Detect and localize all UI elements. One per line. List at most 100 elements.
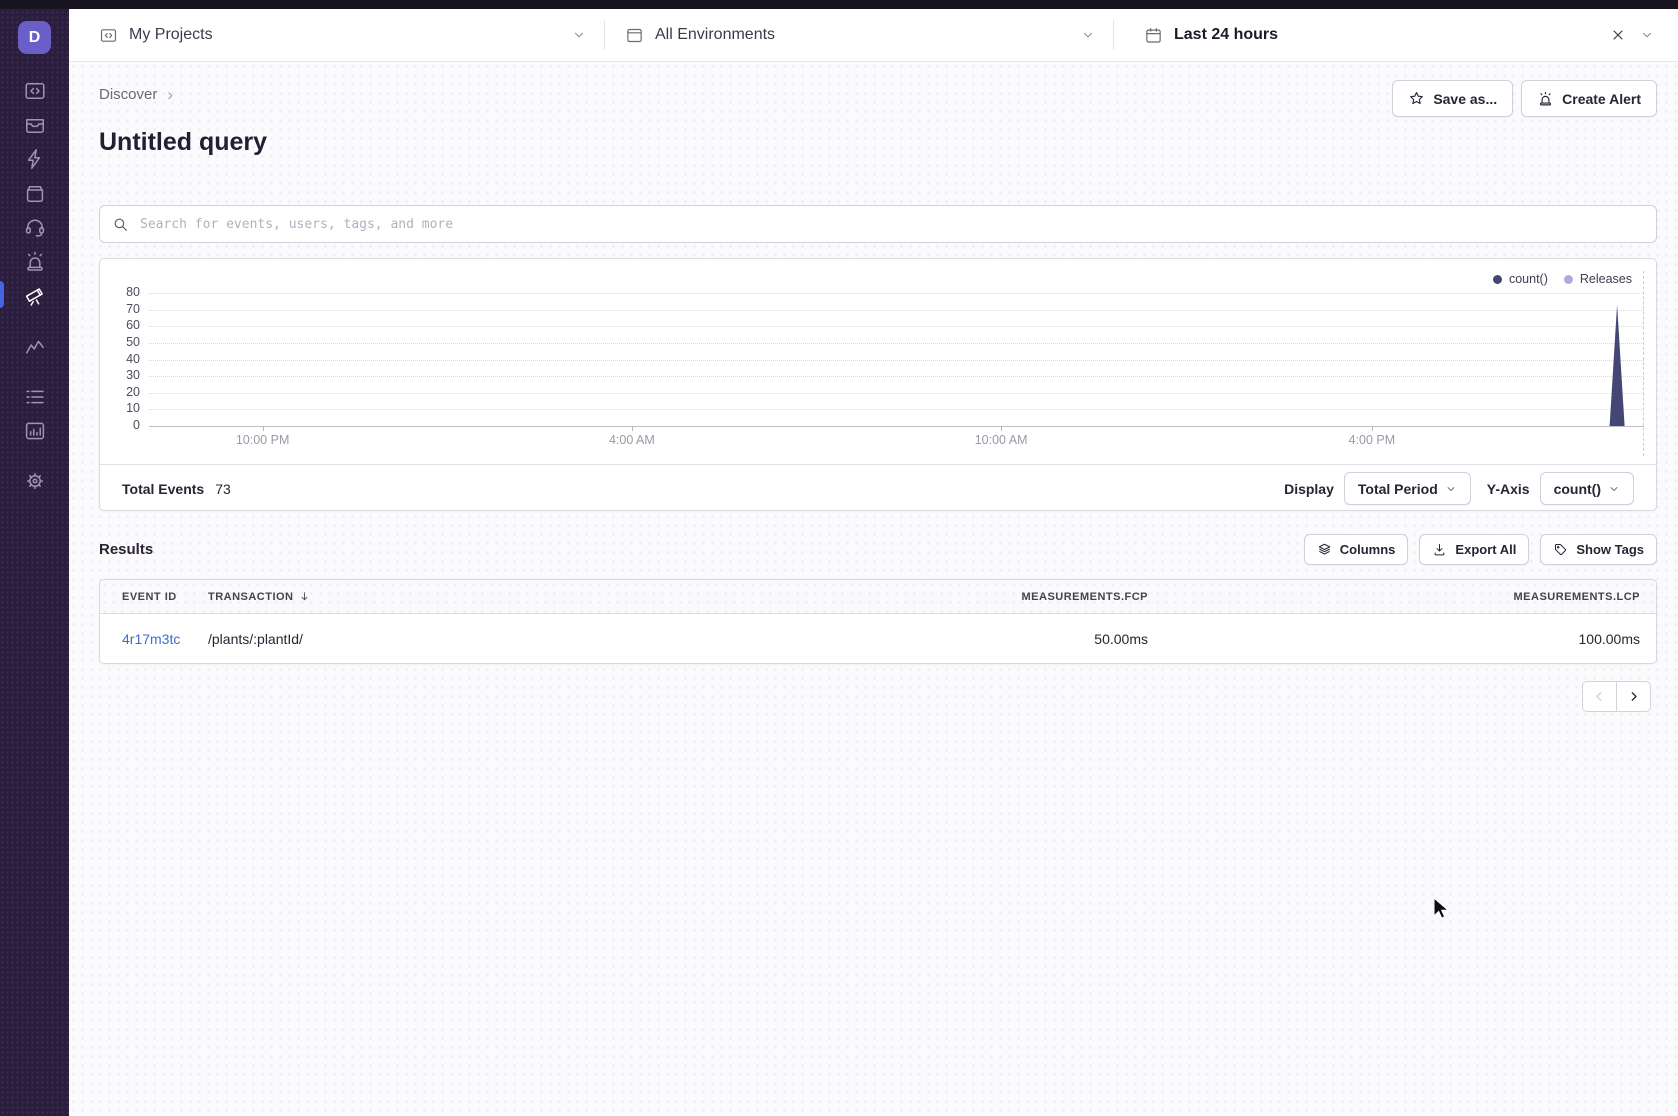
table-row: 4r17m3tc /plants/:plantId/ 50.00ms 100.0… bbox=[100, 614, 1656, 663]
x-axis-tick-label: 10:00 AM bbox=[975, 433, 1028, 447]
headset-icon bbox=[23, 215, 47, 239]
x-axis-tick-label: 4:00 PM bbox=[1349, 433, 1396, 447]
page-title: Untitled query bbox=[99, 128, 267, 157]
date-range-selector[interactable]: Last 24 hours bbox=[1114, 26, 1610, 45]
projects-icon bbox=[23, 79, 47, 103]
search-bar bbox=[99, 205, 1657, 243]
main-content: Discover › Untitled query Save as... Cre… bbox=[69, 62, 1678, 1116]
sidebar-item-discover[interactable] bbox=[18, 278, 51, 311]
chevron-down-icon bbox=[1608, 483, 1620, 495]
search-input[interactable] bbox=[138, 216, 1644, 233]
sidebar-item-issues[interactable] bbox=[18, 108, 51, 141]
event-id-link[interactable]: 4r17m3tc bbox=[122, 631, 180, 647]
siren-icon bbox=[23, 249, 47, 273]
display-label: Display bbox=[1284, 481, 1334, 497]
sidebar-item-releases[interactable] bbox=[18, 176, 51, 209]
create-alert-label: Create Alert bbox=[1562, 91, 1641, 107]
chevron-down-icon[interactable] bbox=[1640, 28, 1654, 42]
breadcrumb-discover-link[interactable]: Discover bbox=[99, 86, 157, 103]
measurements-fcp-cell: 50.00ms bbox=[638, 631, 1148, 647]
tag-icon bbox=[1553, 542, 1568, 557]
export-all-label: Export All bbox=[1455, 542, 1516, 557]
create-alert-button[interactable]: Create Alert bbox=[1521, 80, 1657, 117]
line-chart-icon bbox=[23, 335, 47, 359]
chevron-down-icon bbox=[1081, 28, 1095, 42]
legend-label: count() bbox=[1509, 272, 1548, 286]
sidebar-item-dashboards[interactable] bbox=[18, 414, 51, 447]
chart-plot bbox=[149, 293, 1644, 427]
sidebar-item-alerts[interactable] bbox=[18, 244, 51, 277]
window-top-strip bbox=[0, 0, 1678, 9]
display-dropdown[interactable]: Total Period bbox=[1344, 472, 1471, 505]
column-header-event-id[interactable]: EVENT ID bbox=[100, 591, 208, 603]
transaction-cell: /plants/:plantId/ bbox=[208, 631, 638, 647]
chart-footer: Total Events 73 Display Total Period Y-A… bbox=[100, 464, 1656, 512]
breadcrumb: Discover › bbox=[99, 86, 173, 103]
x-axis-tick-mark bbox=[1372, 426, 1373, 431]
previous-page-button[interactable] bbox=[1582, 681, 1617, 712]
sidebar-item-settings[interactable] bbox=[18, 464, 51, 497]
telescope-icon bbox=[23, 283, 47, 307]
sidebar-item-activity[interactable] bbox=[18, 380, 51, 413]
total-events-label: Total Events bbox=[122, 481, 204, 497]
y-axis-tick-label: 60 bbox=[100, 318, 140, 332]
columns-label: Columns bbox=[1340, 542, 1396, 557]
total-events-value: 73 bbox=[215, 481, 231, 497]
project-selector-label: My Projects bbox=[129, 26, 213, 44]
column-header-measurements-fcp[interactable]: MEASUREMENTS.FCP bbox=[638, 591, 1148, 603]
show-tags-button[interactable]: Show Tags bbox=[1540, 534, 1657, 565]
count-series bbox=[149, 293, 1644, 426]
window-icon bbox=[625, 26, 644, 45]
legend-dot-icon bbox=[1493, 275, 1502, 284]
save-as-button[interactable]: Save as... bbox=[1392, 80, 1513, 117]
legend-label: Releases bbox=[1580, 272, 1632, 286]
chart-legend: count() Releases bbox=[1493, 272, 1632, 286]
y-axis-label: Y-Axis bbox=[1487, 481, 1530, 497]
layers-icon bbox=[1317, 542, 1332, 557]
topbar: My Projects All Environments Last 24 hou… bbox=[69, 9, 1678, 62]
sidebar-item-metrics[interactable] bbox=[18, 330, 51, 363]
legend-item-count[interactable]: count() bbox=[1493, 272, 1548, 286]
x-axis-tick-label: 10:00 PM bbox=[236, 433, 290, 447]
column-header-measurements-lcp[interactable]: MEASUREMENTS.LCP bbox=[1148, 591, 1656, 603]
measurements-lcp-cell: 100.00ms bbox=[1148, 631, 1656, 647]
clear-date-button[interactable] bbox=[1610, 27, 1626, 43]
results-table-header: EVENT ID TRANSACTION MEASUREMENTS.FCP ME… bbox=[100, 580, 1656, 614]
sidebar-item-projects[interactable] bbox=[18, 74, 51, 107]
date-range-label: Last 24 hours bbox=[1174, 26, 1278, 44]
siren-icon bbox=[1537, 90, 1554, 107]
bar-chart-window-icon bbox=[23, 419, 47, 443]
y-axis-tick-label: 70 bbox=[100, 302, 140, 316]
sort-desc-icon bbox=[298, 590, 311, 603]
org-avatar[interactable]: D bbox=[18, 21, 51, 54]
star-icon bbox=[1408, 90, 1425, 107]
columns-button[interactable]: Columns bbox=[1304, 534, 1409, 565]
results-table: EVENT ID TRANSACTION MEASUREMENTS.FCP ME… bbox=[99, 579, 1657, 664]
x-axis-tick-mark bbox=[1001, 426, 1002, 431]
sidebar-item-performance[interactable] bbox=[18, 142, 51, 175]
x-axis-tick-label: 4:00 AM bbox=[609, 433, 655, 447]
environment-selector-label: All Environments bbox=[655, 26, 775, 44]
archive-icon bbox=[23, 181, 47, 205]
chevron-right-icon bbox=[1626, 689, 1641, 704]
lightning-icon bbox=[23, 147, 47, 171]
y-axis-tick-label: 30 bbox=[100, 368, 140, 382]
x-axis-tick-mark bbox=[263, 426, 264, 431]
y-axis-tick-label: 80 bbox=[100, 285, 140, 299]
chart-y-axis: 01020304050607080 bbox=[100, 293, 140, 426]
projects-icon bbox=[99, 26, 118, 45]
event-id-cell: 4r17m3tc bbox=[100, 631, 208, 647]
save-as-label: Save as... bbox=[1433, 91, 1497, 107]
x-axis-tick-mark bbox=[632, 426, 633, 431]
column-header-transaction[interactable]: TRANSACTION bbox=[208, 590, 638, 603]
pagination bbox=[1582, 681, 1651, 712]
export-all-button[interactable]: Export All bbox=[1419, 534, 1529, 565]
next-page-button[interactable] bbox=[1616, 681, 1651, 712]
environment-selector[interactable]: All Environments bbox=[605, 26, 1113, 45]
project-selector[interactable]: My Projects bbox=[99, 26, 604, 45]
legend-item-releases[interactable]: Releases bbox=[1564, 272, 1632, 286]
sidebar-item-user-feedback[interactable] bbox=[18, 210, 51, 243]
y-axis-dropdown[interactable]: count() bbox=[1540, 472, 1634, 505]
display-dropdown-value: Total Period bbox=[1358, 481, 1438, 497]
search-icon bbox=[112, 216, 129, 233]
